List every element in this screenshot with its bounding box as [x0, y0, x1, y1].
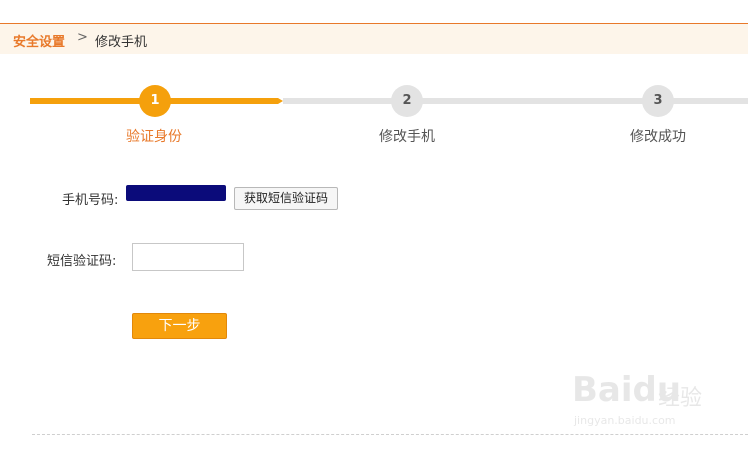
step-1-circle: 1: [139, 85, 171, 117]
next-step-button[interactable]: 下一步: [132, 313, 227, 339]
step-2-label: 修改手机: [379, 129, 435, 145]
watermark-cn: 经验: [658, 386, 703, 411]
step-3-label: 修改成功: [630, 129, 686, 145]
breadcrumb: 安全设置 > 修改手机: [0, 24, 748, 54]
progress-track-pending: [283, 98, 748, 104]
masked-phone-number: [126, 185, 226, 201]
step-2-circle: 2: [391, 85, 423, 117]
step-1-label: 验证身份: [126, 129, 182, 145]
bottom-divider: [32, 434, 748, 435]
watermark-url: jingyan.baidu.com: [574, 414, 676, 427]
breadcrumb-security-settings[interactable]: 安全设置: [13, 31, 65, 50]
baidu-jingyan-watermark: Baidu 经验 jingyan.baidu.com: [572, 362, 722, 432]
get-sms-code-button[interactable]: 获取短信验证码: [234, 187, 338, 210]
sms-code-label: 短信验证码:: [47, 254, 117, 269]
breadcrumb-separator-icon: >: [77, 30, 88, 45]
step-3-circle: 3: [642, 85, 674, 117]
phone-label: 手机号码:: [62, 193, 119, 208]
sms-code-input[interactable]: [132, 243, 244, 271]
breadcrumb-current: 修改手机: [95, 35, 148, 50]
